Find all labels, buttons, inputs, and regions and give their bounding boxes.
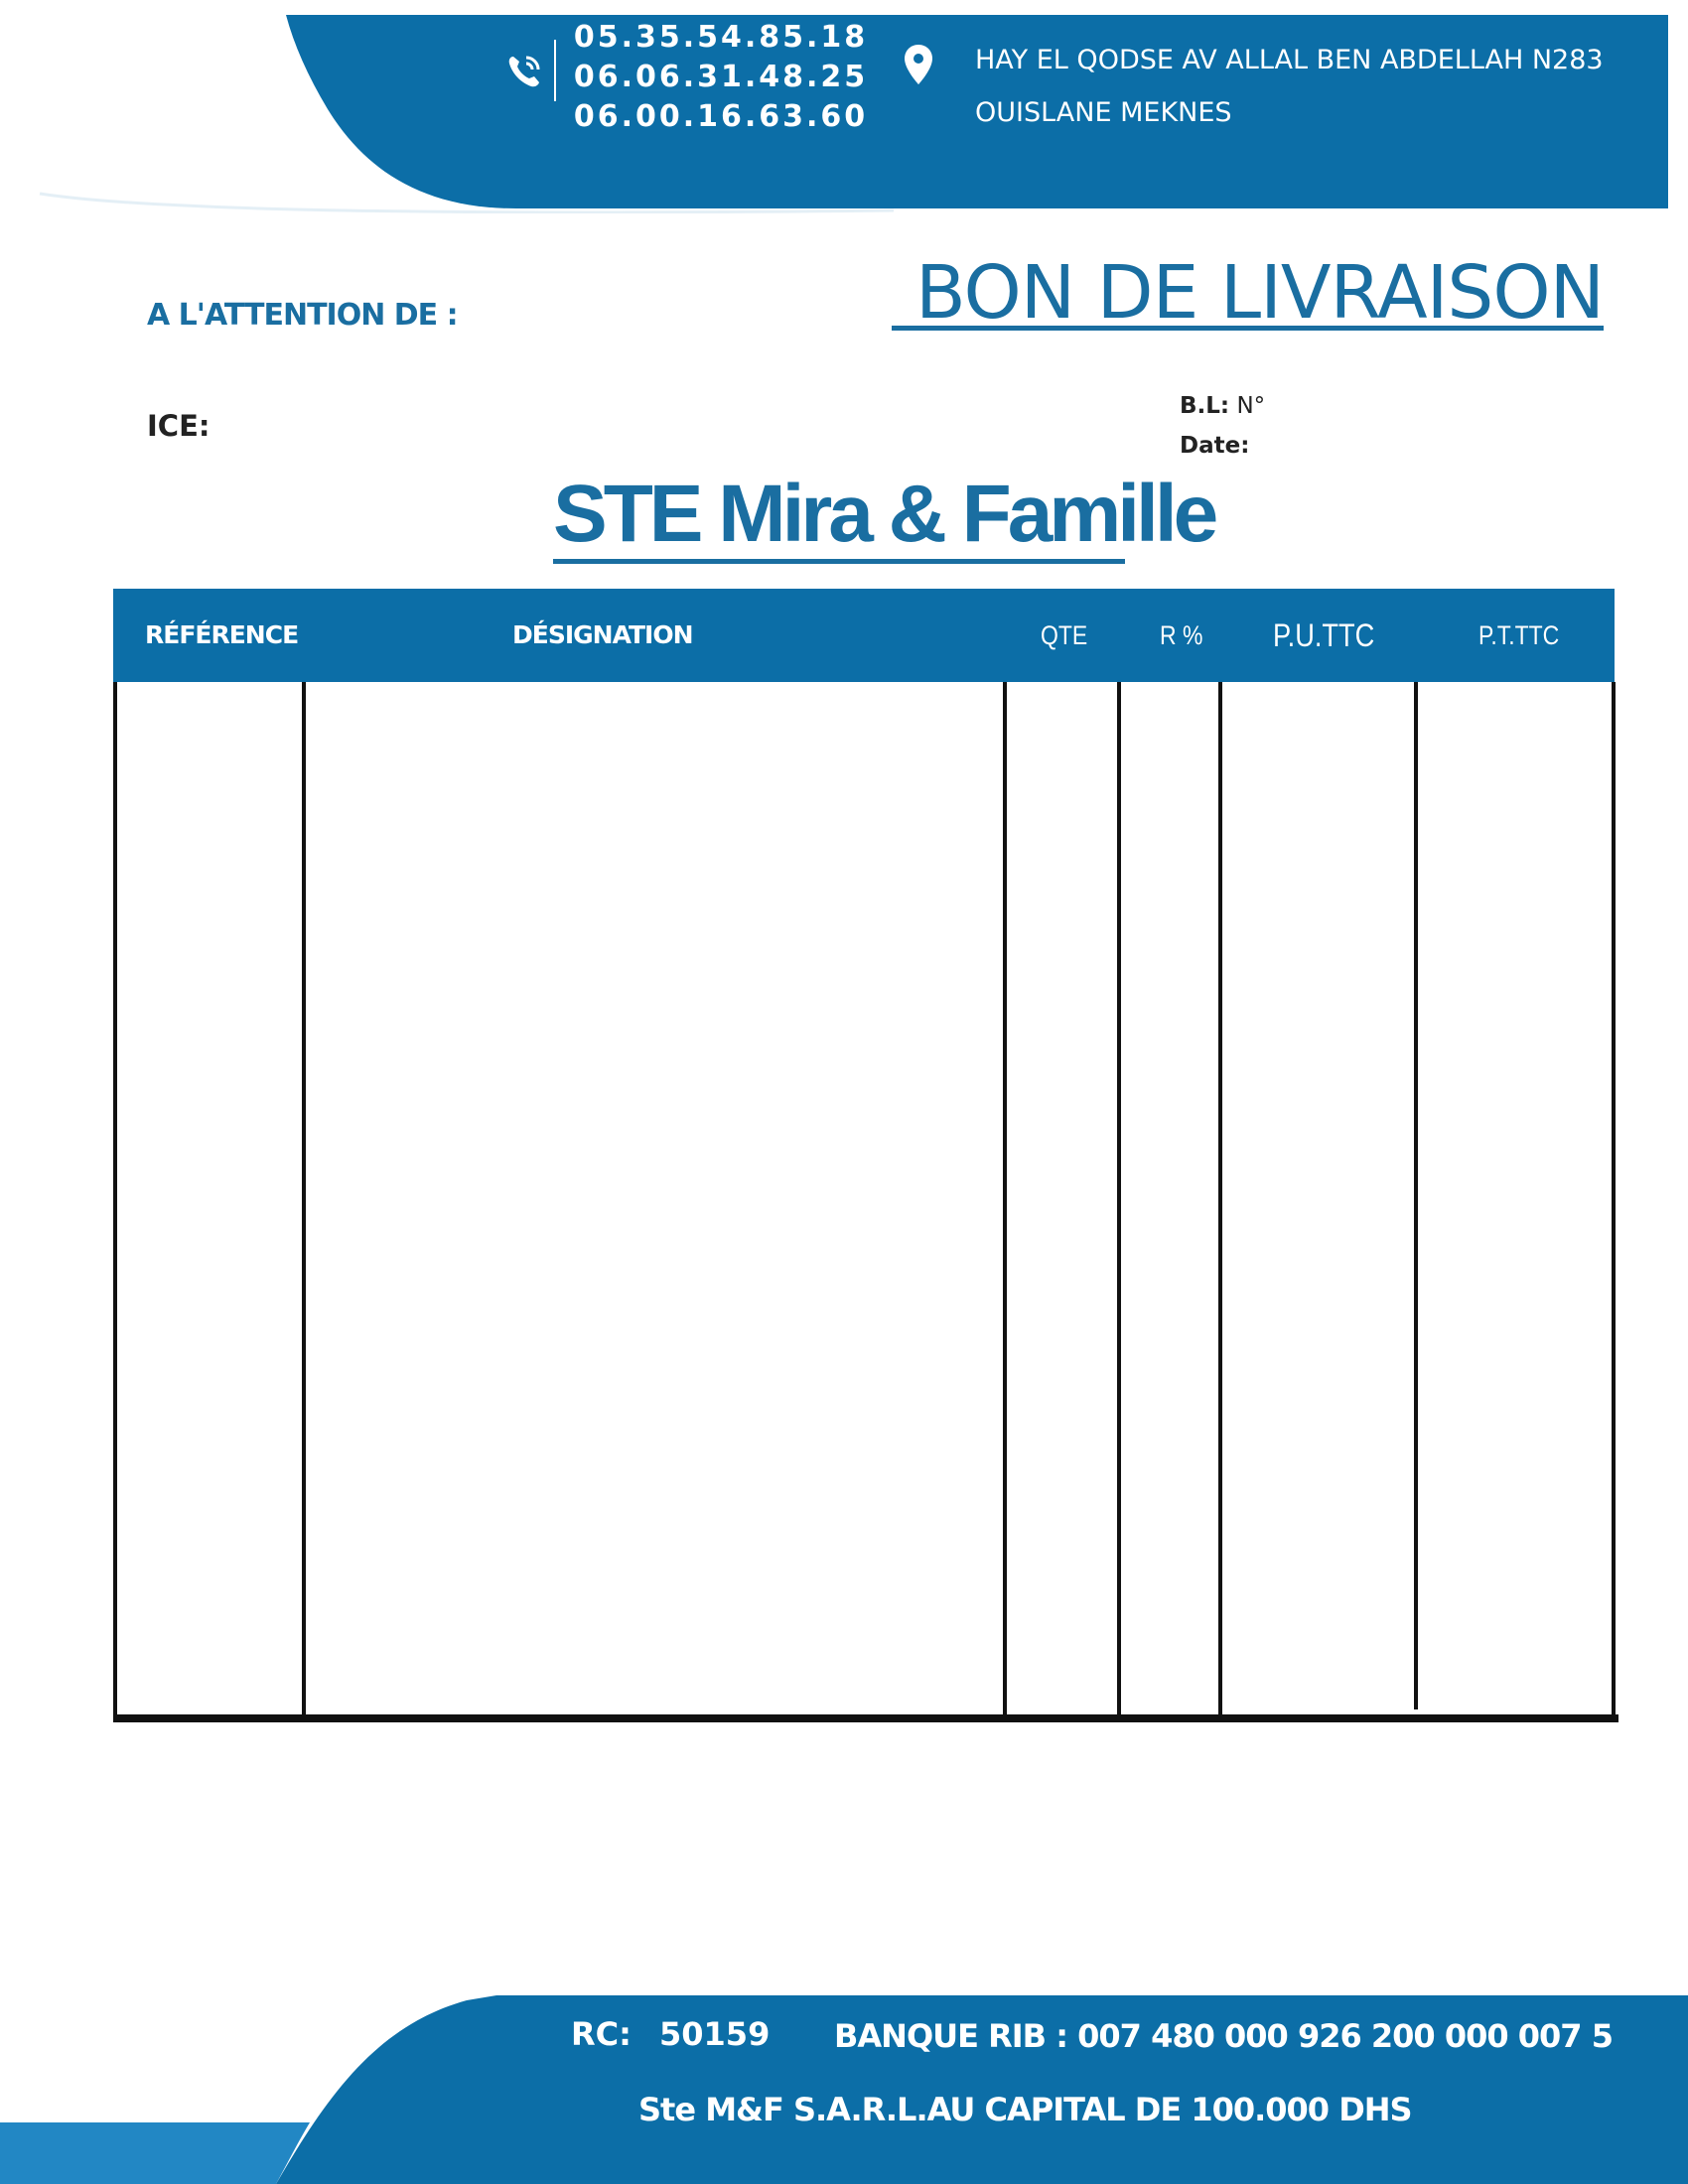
bl-number-label: N° xyxy=(1236,393,1266,419)
column-header-reference: RÉFÉRENCE xyxy=(145,620,299,649)
phone-divider xyxy=(554,40,556,101)
company-address: HAY EL QODSE AV ALLAL BEN ABDELLAH N283 … xyxy=(975,34,1670,139)
ice-label: ICE: xyxy=(147,409,211,443)
phone-numbers: 05.35.54.85.18 06.06.31.48.25 06.00.16.6… xyxy=(562,18,880,137)
column-divider xyxy=(1117,682,1121,1719)
column-header-qte: QTE xyxy=(1041,620,1088,650)
column-header-pu-ttc: P.U.TTC xyxy=(1273,617,1375,653)
phone-number: 05.35.54.85.18 xyxy=(573,20,869,55)
column-divider xyxy=(1612,682,1616,1719)
column-header-remise: R % xyxy=(1160,620,1203,650)
bank-rib: BANQUE RIB : 007 480 000 926 200 000 007… xyxy=(834,2017,1614,2055)
phone-icon xyxy=(508,56,540,87)
column-header-designation: DÉSIGNATION xyxy=(512,620,694,649)
company-name: STE Mira & Famille xyxy=(553,469,1218,559)
footer-band xyxy=(0,1995,1688,2184)
column-divider xyxy=(113,682,117,1719)
table-body xyxy=(113,682,1616,1719)
bl-label: B.L: xyxy=(1180,393,1230,419)
column-divider xyxy=(1003,682,1007,1719)
address-line: HAY EL QODSE AV ALLAL BEN ABDELLAH N283 xyxy=(975,45,1604,75)
legal-info: Ste M&F S.A.R.L.AU CAPITAL DE 100.000 DH… xyxy=(638,2091,1413,2128)
company-name-underline xyxy=(553,559,1125,564)
column-header-pt-ttc: P.T.TTC xyxy=(1478,620,1560,650)
bl-number-field: B.L: N° xyxy=(1180,393,1265,419)
rc-label: RC: xyxy=(571,2015,632,2053)
rc-value: 50159 xyxy=(659,2015,771,2053)
phone-number: 06.06.31.48.25 xyxy=(573,60,869,94)
address-line: OUISLANE MEKNES xyxy=(975,97,1232,128)
title-underline xyxy=(892,326,1604,331)
location-pin-icon xyxy=(905,45,932,84)
date-label: Date: xyxy=(1180,433,1250,459)
column-divider xyxy=(302,682,306,1719)
column-divider xyxy=(1414,682,1418,1709)
attention-label: A L'ATTENTION DE : xyxy=(147,298,459,333)
column-divider xyxy=(1218,682,1222,1719)
table-bottom-rule xyxy=(113,1714,1618,1722)
table-header: RÉFÉRENCE DÉSIGNATION QTE R % P.U.TTC P.… xyxy=(113,589,1615,682)
phone-number: 06.00.16.63.60 xyxy=(573,99,869,134)
